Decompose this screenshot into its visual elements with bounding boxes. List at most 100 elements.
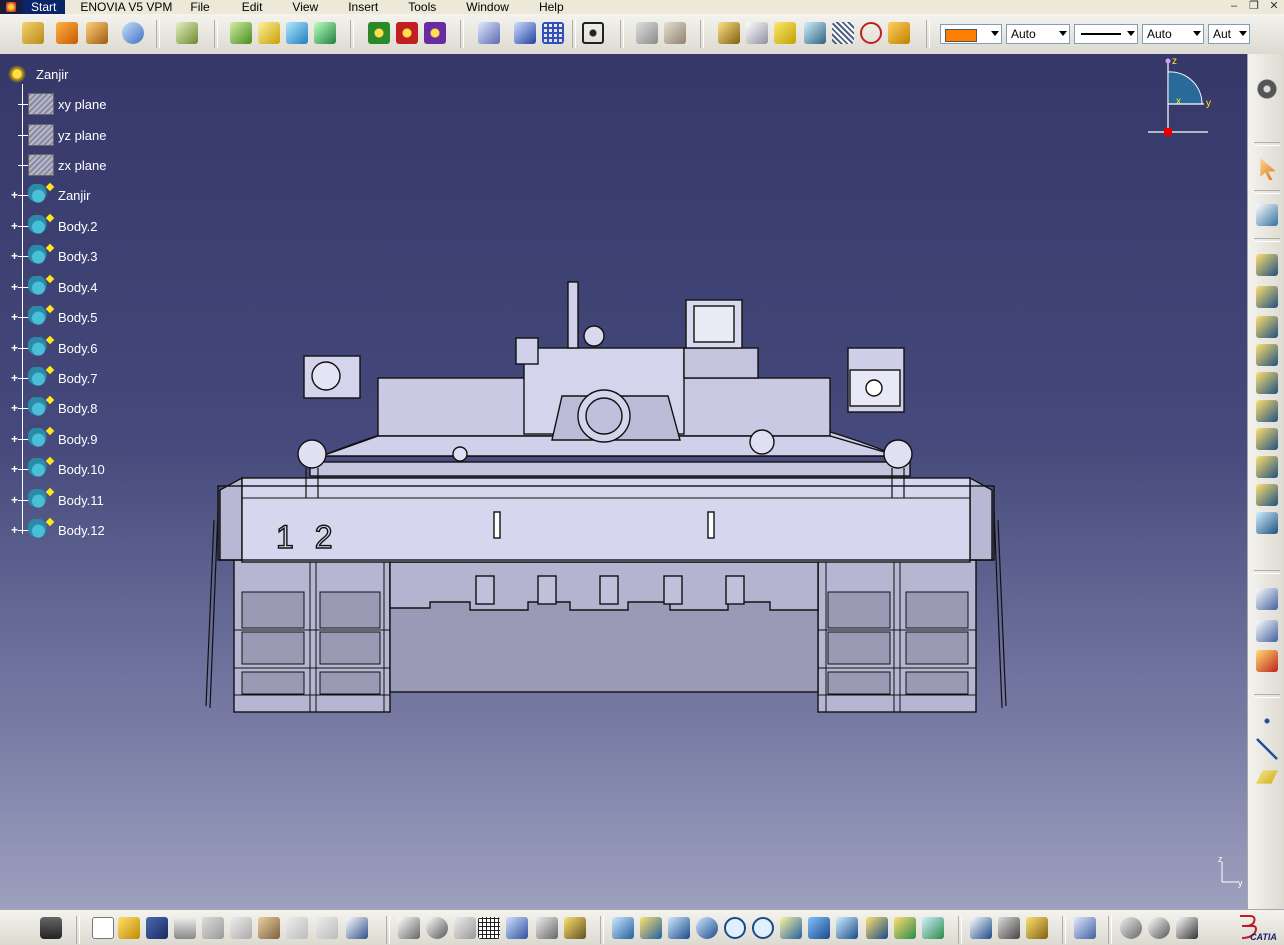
hide-icon[interactable] [894,917,916,939]
catia-app-icon[interactable] [0,0,22,14]
save-icon[interactable] [146,917,168,939]
comment-icon[interactable] [426,917,448,939]
apply-material-side-icon[interactable] [1256,650,1278,672]
copy-icon[interactable] [230,917,252,939]
restore-icon[interactable]: ❐ [1248,0,1260,12]
fit-all-icon[interactable] [582,22,604,44]
menu-view[interactable]: View [283,0,327,14]
snap-icon[interactable] [514,22,536,44]
minimize-icon[interactable]: – [1228,0,1240,12]
zoom-in-icon[interactable] [724,917,746,939]
measure-icon[interactable] [478,22,500,44]
part-design-icon[interactable] [176,22,198,44]
zoom-out-icon[interactable] [752,917,774,939]
thickness-combo[interactable]: Auto [1142,24,1204,44]
grid-icon[interactable] [542,22,564,44]
fly-mode-icon[interactable] [612,917,634,939]
undo-icon[interactable] [286,917,308,939]
rib-icon[interactable] [1256,400,1278,422]
product-icon[interactable] [22,22,44,44]
new-icon[interactable] [92,917,114,939]
formula-icon[interactable] [398,917,420,939]
lock-icon[interactable] [536,917,558,939]
menu-edit[interactable]: Edit [233,0,272,14]
fit-all-in-icon[interactable] [640,917,662,939]
catalog-icon[interactable] [506,917,528,939]
normal-view-icon[interactable] [780,917,802,939]
measure-item-icon[interactable] [998,917,1020,939]
shaft-icon[interactable] [1256,316,1278,338]
axis-system-icon[interactable] [1176,917,1198,939]
whats-this-icon[interactable] [346,917,368,939]
hole-icon[interactable] [1256,372,1278,394]
line-icon[interactable] [1256,738,1278,760]
stiffener-icon[interactable] [1256,456,1278,478]
knowledge-icon[interactable] [454,917,476,939]
3d-viewport[interactable]: Zanjir xy plane yz plane zx plane + Zanj… [0,54,1247,909]
tank-model[interactable]: 1 2 [198,220,1018,720]
line-type-combo[interactable] [1074,24,1138,44]
plane-tool-icon[interactable] [1256,770,1278,784]
measure-inertia-icon[interactable] [1026,917,1048,939]
flag-note-icon[interactable] [1256,620,1278,642]
grab-hand-icon[interactable] [1148,917,1170,939]
gear-icon[interactable] [1256,78,1278,100]
ordered-set-icon[interactable] [286,22,308,44]
design-table-icon[interactable] [478,917,500,939]
cut-icon[interactable] [202,917,224,939]
local-update-icon[interactable] [424,22,446,44]
swap-visible-icon[interactable] [922,917,944,939]
rotate-icon[interactable] [696,917,718,939]
multi-view-icon[interactable] [808,917,830,939]
remove-loft-icon[interactable] [1256,512,1278,534]
menu-help[interactable]: Help [530,0,573,14]
analysis-icon[interactable] [1074,917,1096,939]
camera-icon[interactable] [40,917,62,939]
measure-between-icon[interactable] [970,917,992,939]
menu-start[interactable]: Start [22,0,66,14]
sketcher-icon[interactable] [1256,204,1278,226]
apply-material-icon[interactable] [888,22,910,44]
point-icon[interactable] [1256,710,1278,732]
annotation-icon[interactable] [1256,588,1278,610]
shading-mode-icon[interactable] [866,917,888,939]
refresh-icon[interactable] [1120,917,1142,939]
transparency-combo[interactable]: Auto [1006,24,1070,44]
paste-icon[interactable] [258,917,280,939]
menu-window[interactable]: Window [457,0,518,14]
shading-edges-icon[interactable] [746,22,768,44]
geometrical-set-icon[interactable] [258,22,280,44]
target-icon[interactable] [860,22,882,44]
constraint-icon[interactable] [122,22,144,44]
select-arrow-icon[interactable] [1260,158,1276,180]
pad-icon[interactable] [1256,254,1278,276]
print-icon[interactable] [174,917,196,939]
groove-icon[interactable] [1256,344,1278,366]
new-product-icon[interactable] [86,22,108,44]
swap-space-icon[interactable] [664,22,686,44]
menu-tools[interactable]: Tools [399,0,445,14]
hide-show-icon[interactable] [636,22,658,44]
compass-widget[interactable]: z x y [1146,54,1216,139]
sketch-based-icon[interactable] [314,22,336,44]
fill-color-combo[interactable] [940,24,1002,44]
update-icon[interactable] [368,22,390,44]
pocket-icon[interactable] [1256,286,1278,308]
manual-update-icon[interactable] [396,22,418,44]
pan-icon[interactable] [668,917,690,939]
wireframe-icon[interactable] [804,22,826,44]
new-component-icon[interactable] [56,22,78,44]
loft-icon[interactable] [1256,484,1278,506]
slot-icon[interactable] [1256,428,1278,450]
menu-insert[interactable]: Insert [339,0,387,14]
menu-enovia[interactable]: ENOVIA V5 VPM [71,0,181,14]
isometric-view-icon[interactable] [836,917,858,939]
shading-icon[interactable] [718,22,740,44]
insert-body-icon[interactable] [230,22,252,44]
shading-hidden-icon[interactable] [774,22,796,44]
linetype-combo[interactable]: Aut [1208,24,1250,44]
open-icon[interactable] [118,917,140,939]
hidden-lines-icon[interactable] [832,22,854,44]
close-icon[interactable]: ✕ [1268,0,1280,12]
menu-file[interactable]: File [181,0,218,14]
